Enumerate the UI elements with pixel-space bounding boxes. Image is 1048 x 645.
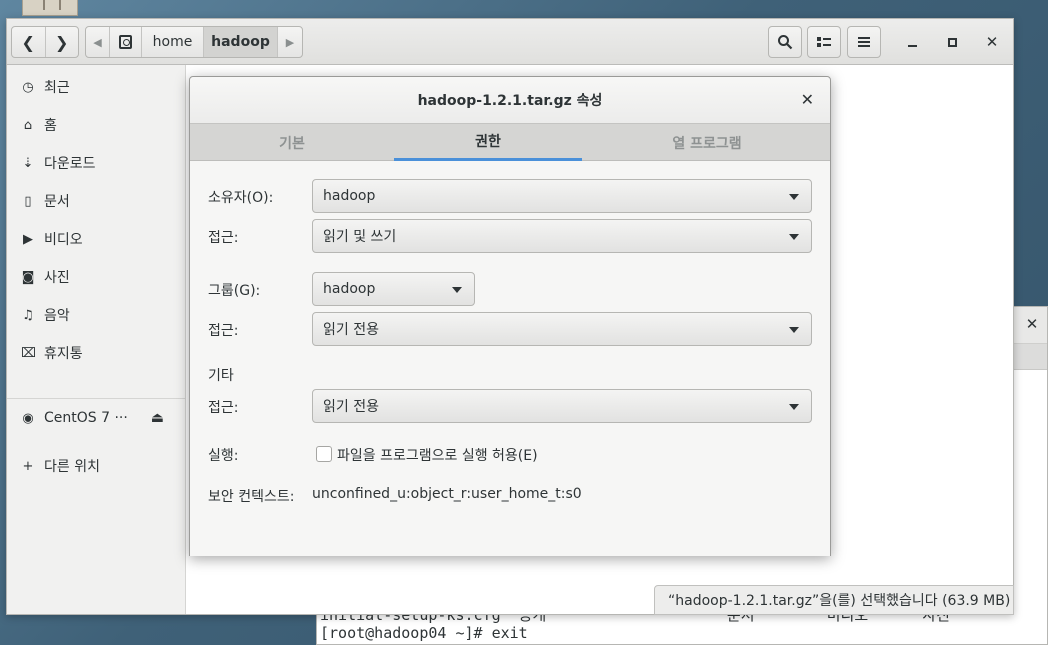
sidebar-item-label: 다른 위치 xyxy=(44,459,100,475)
menu-button[interactable] xyxy=(847,26,881,58)
sidebar-item-downloads[interactable]: ⇣ 다운로드 xyxy=(7,146,186,180)
group-access-combo[interactable]: 읽기 전용 xyxy=(312,312,812,346)
dialog-close-icon[interactable]: ✕ xyxy=(801,91,814,109)
sidebar: ◷ 최근 ⌂ 홈 ⇣ 다운로드 ▯ 문서 ▶ 비디오 ◙ 사진 ♫ 음악 ⌧ 휴 xyxy=(7,65,186,614)
maximize-button[interactable] xyxy=(937,26,967,58)
owner-access-combo[interactable]: 읽기 및 쓰기 xyxy=(312,219,812,253)
dropdown-arrow-icon xyxy=(789,404,799,410)
sidebar-item-music[interactable]: ♫ 음악 xyxy=(7,298,186,332)
dropdown-arrow-icon xyxy=(452,287,462,293)
sidebar-item-home[interactable]: ⌂ 홈 xyxy=(7,108,186,142)
sidebar-item-label: 사진 xyxy=(44,270,70,286)
group-access-label: 접근: xyxy=(208,323,239,339)
group-combo[interactable]: hadoop xyxy=(312,272,475,306)
forward-button[interactable]: ❯ xyxy=(44,27,79,57)
sidebar-separator xyxy=(7,398,186,399)
maximize-icon xyxy=(947,37,957,47)
back-button[interactable]: ❮ xyxy=(12,27,45,57)
minimize-icon xyxy=(907,45,917,47)
dialog-tabs: 기본 권한 열 프로그램 xyxy=(190,124,830,161)
sidebar-item-label: CentOS 7 ··· xyxy=(44,410,128,426)
eject-icon[interactable]: ⏏ xyxy=(151,410,164,426)
document-icon: ▯ xyxy=(24,193,32,209)
clock-icon: ◷ xyxy=(22,79,34,95)
others-access-combo[interactable]: 읽기 전용 xyxy=(312,389,812,423)
security-context-value: unconfined_u:object_r:user_home_t:s0 xyxy=(312,486,582,502)
chevron-right-icon: ❯ xyxy=(55,32,69,52)
sidebar-item-label: 휴지통 xyxy=(44,346,83,362)
sidebar-item-label: 최근 xyxy=(44,80,70,96)
owner-access-label: 접근: xyxy=(208,230,239,246)
camera-icon: ◙ xyxy=(21,269,35,285)
security-context-label: 보안 컨텍스트: xyxy=(208,489,295,505)
sidebar-item-label: 홈 xyxy=(44,118,57,134)
sidebar-item-recent[interactable]: ◷ 최근 xyxy=(7,70,186,104)
owner-access-value: 읽기 및 쓰기 xyxy=(323,229,397,245)
status-bar: “hadoop-1.2.1.tar.gz”을(를) 선택했습니다 (63.9 M… xyxy=(654,585,1014,615)
execute-checkbox[interactable] xyxy=(316,446,332,462)
others-access-label: 접근: xyxy=(208,400,239,416)
pathbar: ◀ home hadoop ▶ xyxy=(85,26,303,58)
group-value: hadoop xyxy=(323,281,376,297)
dialog-title: hadoop-1.2.1.tar.gz 속성 xyxy=(190,77,830,124)
dropdown-arrow-icon xyxy=(789,327,799,333)
disc-icon: ◉ xyxy=(22,410,34,426)
sidebar-item-label: 문서 xyxy=(44,194,70,210)
dropdown-arrow-icon xyxy=(789,194,799,200)
pathbar-scroll-right-button[interactable]: ▶ xyxy=(278,27,302,57)
close-button[interactable]: ✕ xyxy=(977,26,1007,58)
permissions-panel: 소유자(O): hadoop 접근: 읽기 및 쓰기 그룹(G): hadoop… xyxy=(190,161,830,556)
sidebar-item-label: 음악 xyxy=(44,308,70,324)
sidebar-item-videos[interactable]: ▶ 비디오 xyxy=(7,222,186,256)
plus-icon: + xyxy=(22,458,34,474)
execute-checkbox-label[interactable]: 파일을 프로그램으로 실행 허용(E) xyxy=(337,445,538,465)
video-icon: ▶ xyxy=(23,231,33,247)
music-icon: ♫ xyxy=(22,307,34,323)
sidebar-item-trash[interactable]: ⌧ 휴지통 xyxy=(7,336,186,370)
sidebar-item-label: 비디오 xyxy=(44,232,83,248)
others-heading: 기타 xyxy=(208,368,234,384)
nav-buttons: ❮ ❯ xyxy=(11,26,79,58)
pathbar-root-button[interactable] xyxy=(110,27,142,57)
others-access-value: 읽기 전용 xyxy=(323,399,379,415)
download-icon: ⇣ xyxy=(22,155,34,171)
sidebar-item-other-locations[interactable]: + 다른 위치 xyxy=(7,449,186,483)
properties-dialog: hadoop-1.2.1.tar.gz 속성 ✕ 기본 권한 열 프로그램 소유… xyxy=(189,76,831,556)
sidebar-item-pictures[interactable]: ◙ 사진 xyxy=(7,260,186,294)
minimize-button[interactable] xyxy=(897,26,927,58)
sidebar-item-label: 다운로드 xyxy=(44,156,96,172)
owner-value: hadoop xyxy=(323,188,376,204)
search-button[interactable] xyxy=(768,26,802,58)
search-icon xyxy=(778,35,793,50)
tab-open-with[interactable]: 열 프로그램 xyxy=(582,124,832,161)
sidebar-item-documents[interactable]: ▯ 문서 xyxy=(7,184,186,218)
owner-label: 소유자(O): xyxy=(208,190,274,206)
trash-icon: ⌧ xyxy=(21,345,36,361)
pathbar-home-button[interactable]: home xyxy=(142,27,204,57)
close-icon: ✕ xyxy=(985,33,999,51)
terminal-close-icon[interactable]: ✕ xyxy=(1023,315,1041,333)
tab-permissions[interactable]: 권한 xyxy=(394,124,582,161)
file-manager-headerbar: ❮ ❯ ◀ home hadoop ▶ ✕ xyxy=(7,19,1013,65)
tab-basic[interactable]: 기본 xyxy=(190,124,394,161)
pathbar-scroll-left-button[interactable]: ◀ xyxy=(86,27,110,57)
view-mode-button[interactable] xyxy=(807,26,841,58)
owner-combo[interactable]: hadoop xyxy=(312,179,812,213)
execute-label: 실행: xyxy=(208,448,239,464)
desktop-folder-icon[interactable] xyxy=(22,0,78,16)
hamburger-icon xyxy=(858,37,870,47)
group-access-value: 읽기 전용 xyxy=(323,322,379,338)
chevron-left-icon: ❮ xyxy=(21,32,35,52)
drive-icon xyxy=(119,35,132,49)
sidebar-item-device[interactable]: ◉ CentOS 7 ··· ⏏ xyxy=(7,401,186,435)
group-label: 그룹(G): xyxy=(208,283,261,299)
terminal-prompt-line: [root@hadoop04 ~]# exit xyxy=(320,624,528,642)
home-icon: ⌂ xyxy=(23,117,33,133)
pathbar-current-button[interactable]: hadoop xyxy=(204,27,278,57)
dropdown-arrow-icon xyxy=(789,234,799,240)
list-view-icon xyxy=(817,37,831,47)
